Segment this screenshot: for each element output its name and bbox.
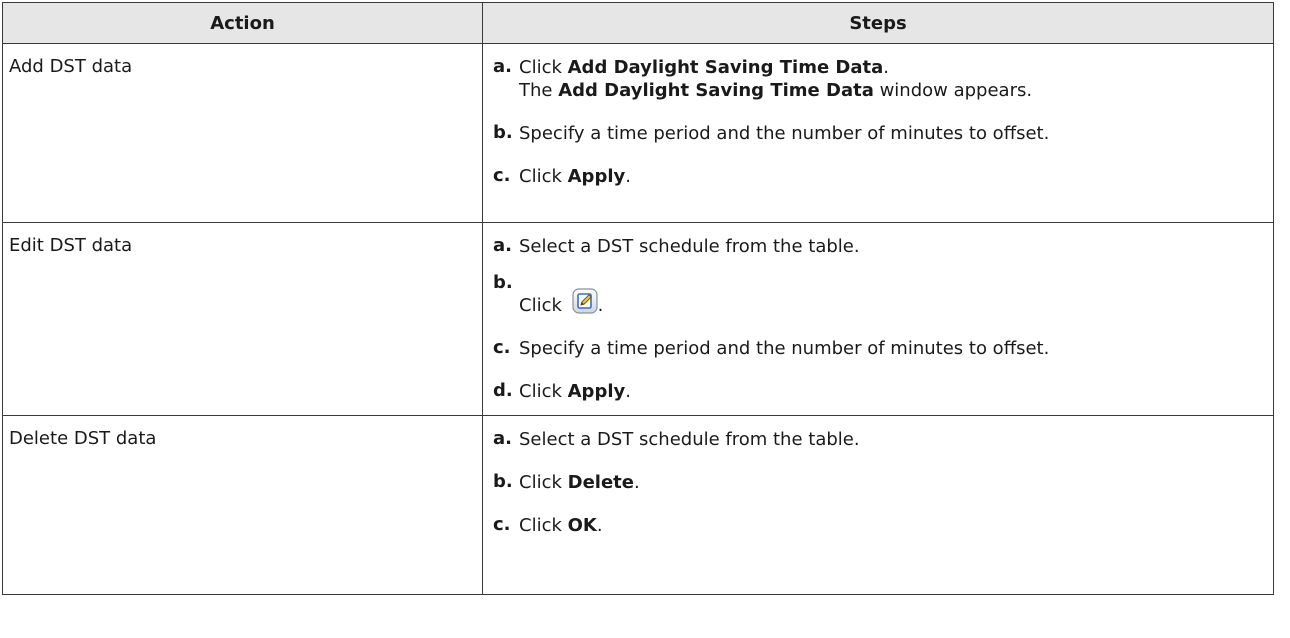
step-text: Select a DST schedule from the table.: [519, 236, 860, 257]
step-text-plain: Click: [519, 381, 568, 402]
step-item: a. Click Add Daylight Saving Time Data. …: [493, 56, 1265, 102]
step-item: d. Click Apply.: [493, 380, 1265, 403]
action-label: Delete DST data: [9, 428, 157, 449]
step-text: Click Apply.: [519, 165, 1265, 188]
step-item: a. Select a DST schedule from the table.: [493, 428, 1265, 451]
step-item: b. Click .: [493, 272, 1265, 317]
step-item: b. Specify a time period and the number …: [493, 122, 1265, 145]
step-letter: b.: [493, 122, 513, 143]
step-text: Click OK.: [519, 514, 1265, 537]
step-text-plain: .: [883, 57, 890, 78]
action-cell: Edit DST data: [2, 222, 483, 416]
steps-cell: a. Click Add Daylight Saving Time Data. …: [482, 43, 1274, 223]
header-action: Action: [2, 2, 483, 44]
step-text-plain: The: [519, 80, 559, 101]
step-letter: b.: [493, 272, 513, 293]
step-item: c. Specify a time period and the number …: [493, 337, 1265, 360]
header-steps: Steps: [482, 2, 1274, 44]
step-letter: a.: [493, 428, 512, 449]
table-row: Edit DST data a. Select a DST schedule f…: [2, 222, 1274, 416]
action-cell: Add DST data: [2, 43, 483, 223]
table-row: Delete DST data a. Select a DST schedule…: [2, 415, 1274, 595]
step-text-bold: Add Daylight Saving Time Data: [558, 80, 874, 101]
step-text-plain: Click: [519, 295, 568, 316]
table-row: Add DST data a. Click Add Daylight Savin…: [2, 43, 1274, 223]
step-letter: c.: [493, 165, 511, 186]
action-label: Edit DST data: [9, 235, 133, 256]
step-text-bold: Add Daylight Saving Time Data: [567, 57, 884, 78]
step-text-plain: Click: [519, 166, 568, 187]
action-cell: Delete DST data: [2, 415, 483, 595]
action-label: Add DST data: [9, 56, 133, 77]
step-text: Click Add Daylight Saving Time Data. The…: [519, 56, 1265, 102]
step-text: Specify a time period and the number of …: [519, 338, 1050, 359]
step-text-plain: .: [633, 472, 640, 493]
step-text-plain: Click: [519, 472, 568, 493]
step-text-bold: Delete: [567, 472, 634, 493]
step-text-bold: OK: [567, 515, 597, 536]
step-letter: d.: [493, 380, 513, 401]
step-item: c. Click OK.: [493, 514, 1265, 537]
step-letter: c.: [493, 337, 511, 358]
step-text-plain: Click: [519, 515, 568, 536]
step-item: b. Click Delete.: [493, 471, 1265, 494]
step-text-plain: window appears.: [873, 80, 1033, 101]
step-text-plain: .: [625, 166, 631, 187]
step-letter: c.: [493, 514, 511, 535]
steps-cell: a. Select a DST schedule from the table.…: [482, 222, 1274, 416]
step-item: a. Select a DST schedule from the table.: [493, 235, 1265, 258]
step-text-plain: Click: [519, 57, 568, 78]
table-header-row: Action Steps: [2, 2, 1274, 44]
step-text-plain: .: [597, 295, 604, 316]
step-text: Click .: [519, 278, 1265, 317]
step-text: Select a DST schedule from the table.: [519, 429, 860, 450]
step-text: Click Delete.: [519, 471, 1265, 494]
step-item: c. Click Apply.: [493, 165, 1265, 188]
step-text-plain: .: [625, 381, 631, 402]
dst-actions-table: Action Steps Add DST data a. Click Add D…: [2, 2, 1274, 595]
edit-icon: [572, 288, 598, 314]
step-letter: a.: [493, 56, 512, 77]
step-text: Click Apply.: [519, 380, 1265, 403]
step-letter: b.: [493, 471, 513, 492]
steps-cell: a. Select a DST schedule from the table.…: [482, 415, 1274, 595]
step-text-plain: .: [596, 515, 603, 536]
step-text-bold: Apply: [567, 166, 626, 187]
step-letter: a.: [493, 235, 512, 256]
step-text-bold: Apply: [567, 381, 626, 402]
step-text: Specify a time period and the number of …: [519, 123, 1050, 144]
